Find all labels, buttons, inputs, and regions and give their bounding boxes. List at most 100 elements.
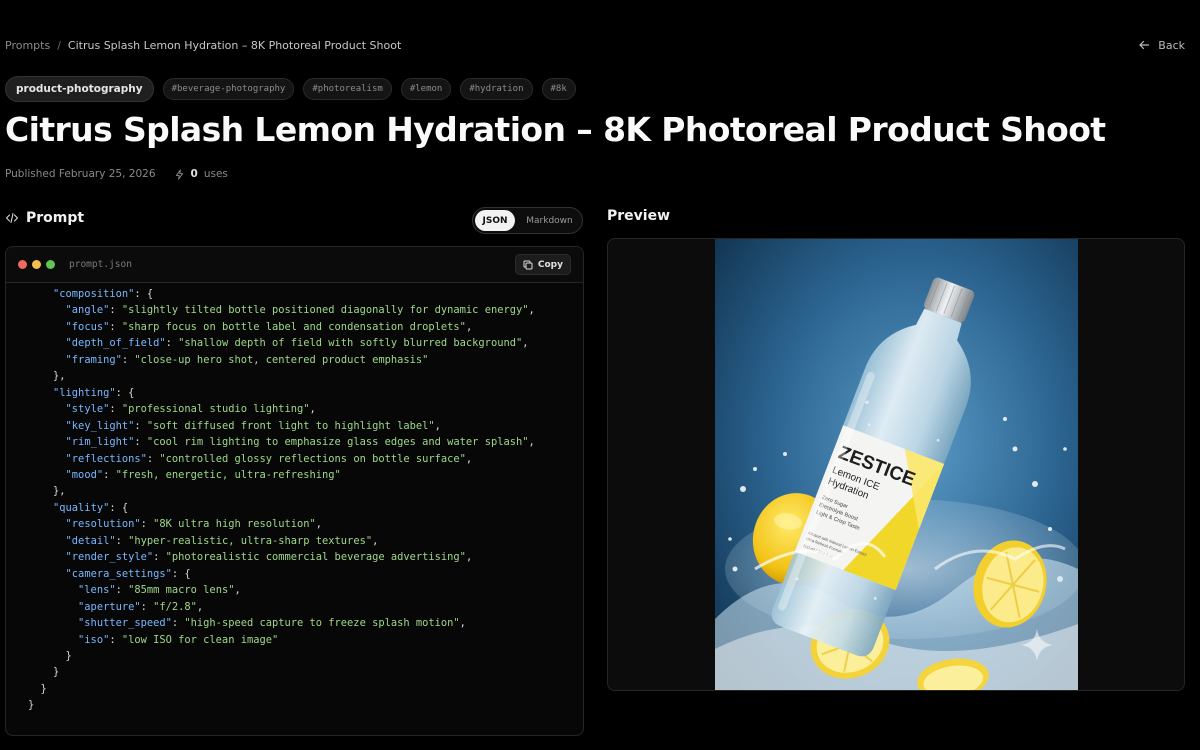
breadcrumb-root-link[interactable]: Prompts [5, 39, 50, 52]
code-line: "reflections": "controlled glossy reflec… [65, 452, 473, 465]
json-key: "reflections" [65, 452, 147, 465]
json-string: "controlled glossy reflections on bottle… [159, 452, 466, 465]
json-key: "focus" [65, 320, 110, 333]
json-key: "mood" [65, 468, 104, 481]
json-string: "sharp focus on bottle label and condens… [121, 320, 466, 333]
product-image: ZESTICE Lemon ICE Hydration Zero Sugar E… [715, 239, 1078, 690]
code-line: } [28, 699, 35, 712]
code-icon [5, 212, 19, 224]
copy-label: Copy [537, 259, 563, 270]
tag-chip[interactable]: #beverage-photography [162, 78, 295, 100]
json-key: "key_light" [65, 419, 135, 432]
json-key: "camera_settings" [65, 567, 172, 580]
code-line: "render_style": "photorealistic commerci… [65, 551, 473, 564]
code-line: "angle": "slightly tilted bottle positio… [65, 304, 535, 317]
json-key: "render_style" [65, 551, 154, 564]
page-title: Citrus Splash Lemon Hydration – 8K Photo… [5, 110, 1106, 149]
json-key: "angle" [65, 304, 110, 317]
code-line: "rim_light": "cool rim lighting to empha… [65, 436, 535, 449]
json-key: "aperture" [78, 600, 141, 613]
json-string: "cool rim lighting to emphasize glass ed… [146, 436, 529, 449]
code-line: "framing": "close-up hero shot, centered… [65, 353, 429, 366]
code-line: "aperture": "f/2.8", [78, 600, 204, 613]
breadcrumb-current: Citrus Splash Lemon Hydration – 8K Photo… [67, 38, 402, 52]
json-key: "style" [65, 403, 110, 416]
code-line: "style": "professional studio lighting", [65, 403, 316, 416]
json-key: "depth_of_field" [65, 337, 166, 350]
back-label: Back [1158, 38, 1185, 52]
code-line: }, [53, 485, 66, 498]
back-button[interactable]: Back [1138, 39, 1185, 52]
copy-icon [523, 260, 533, 269]
json-key: "lens" [78, 584, 116, 597]
window-dot-yellow [32, 260, 41, 269]
prompt-heading: Prompt [5, 210, 84, 226]
json-string: "high-speed capture to freeze splash mot… [184, 617, 460, 630]
json-key: "framing" [65, 353, 122, 366]
tag-chip[interactable]: #lemon [400, 78, 452, 100]
code-line: "depth_of_field": "shallow depth of fiel… [65, 337, 529, 350]
code-panel: prompt.json Copy "composition": { "angle… [5, 246, 584, 736]
json-string: "85mm macro lens" [128, 584, 235, 597]
code-line: "lens": "85mm macro lens", [78, 584, 241, 597]
tag-chip[interactable]: #photorealism [303, 78, 392, 100]
json-string: "professional studio lighting" [121, 403, 310, 416]
json-string: "f/2.8" [153, 600, 197, 613]
code-line: }, [53, 370, 66, 383]
code-line: } [40, 682, 47, 695]
format-toggle: JSON Markdown [472, 207, 583, 234]
breadcrumb: Prompts / Citrus Splash Lemon Hydration … [5, 39, 401, 52]
preview-heading: Preview [607, 208, 671, 224]
prompt-heading-label: Prompt [26, 210, 85, 226]
uses-count: 0 [190, 168, 198, 180]
code-line: "quality": { [53, 501, 129, 514]
code-line: "key_light": "soft diffused front light … [65, 419, 441, 432]
json-key: "composition" [53, 288, 135, 300]
code-line: } [53, 666, 60, 679]
json-string: "hyper-realistic, ultra-sharp textures" [128, 534, 373, 547]
published-date: Published February 25, 2026 [5, 168, 156, 180]
uses-counter: 0 uses [174, 168, 228, 180]
json-key: "shutter_speed" [78, 617, 172, 630]
code-line: "focus": "sharp focus on bottle label an… [65, 320, 473, 333]
json-string: "8K ultra high resolution" [153, 518, 316, 531]
preview-panel: ZESTICE Lemon ICE Hydration Zero Sugar E… [607, 238, 1185, 691]
code-content: "composition": { "angle": "slightly tilt… [6, 283, 583, 714]
window-dot-red [18, 260, 27, 269]
code-line: } [65, 649, 72, 662]
uses-label: uses [203, 168, 228, 180]
code-panel-header: prompt.json Copy [6, 247, 583, 283]
code-line: "iso": "low ISO for clean image" [78, 633, 279, 646]
format-markdown-tab[interactable]: Markdown [519, 210, 580, 231]
meta-row: Published February 25, 2026 0 uses [5, 168, 228, 180]
json-string: "photorealistic commercial beverage adve… [165, 551, 466, 564]
json-string: "slightly tilted bottle positioned diago… [121, 304, 529, 317]
json-string: "shallow depth of field with softly blur… [178, 337, 523, 350]
code-line: "shutter_speed": "high-speed capture to … [78, 617, 466, 630]
copy-button[interactable]: Copy [514, 254, 571, 275]
top-bar: Prompts / Citrus Splash Lemon Hydration … [5, 36, 1185, 54]
code-line: "camera_settings": { [65, 567, 191, 580]
code-line: "mood": "fresh, energetic, ultra-refresh… [65, 468, 341, 481]
tag-chip[interactable]: #8k [541, 78, 576, 100]
json-key: "iso" [78, 633, 110, 646]
code-line: "resolution": "8K ultra high resolution"… [65, 518, 323, 531]
json-key: "detail" [65, 534, 116, 547]
json-key: "lighting" [53, 386, 116, 399]
json-key: "rim_light" [65, 436, 135, 449]
json-key: "quality" [53, 501, 110, 514]
code-line: "detail": "hyper-realistic, ultra-sharp … [65, 534, 379, 547]
window-dot-green [46, 260, 55, 269]
json-string: "close-up hero shot, centered product em… [134, 353, 429, 366]
code-line: "composition": { [53, 288, 154, 300]
json-key: "resolution" [65, 518, 141, 531]
json-string: "soft diffused front light to highlight … [146, 419, 435, 432]
json-string: "low ISO for clean image" [121, 633, 279, 646]
file-name: prompt.json [69, 259, 132, 270]
lightning-icon [175, 168, 183, 180]
category-tag[interactable]: product-photography [5, 76, 154, 102]
breadcrumb-separator: / [57, 38, 61, 52]
format-json-tab[interactable]: JSON [475, 210, 515, 231]
tag-chip[interactable]: #hydration [460, 78, 533, 100]
json-string: "fresh, energetic, ultra-refreshing" [115, 468, 341, 481]
